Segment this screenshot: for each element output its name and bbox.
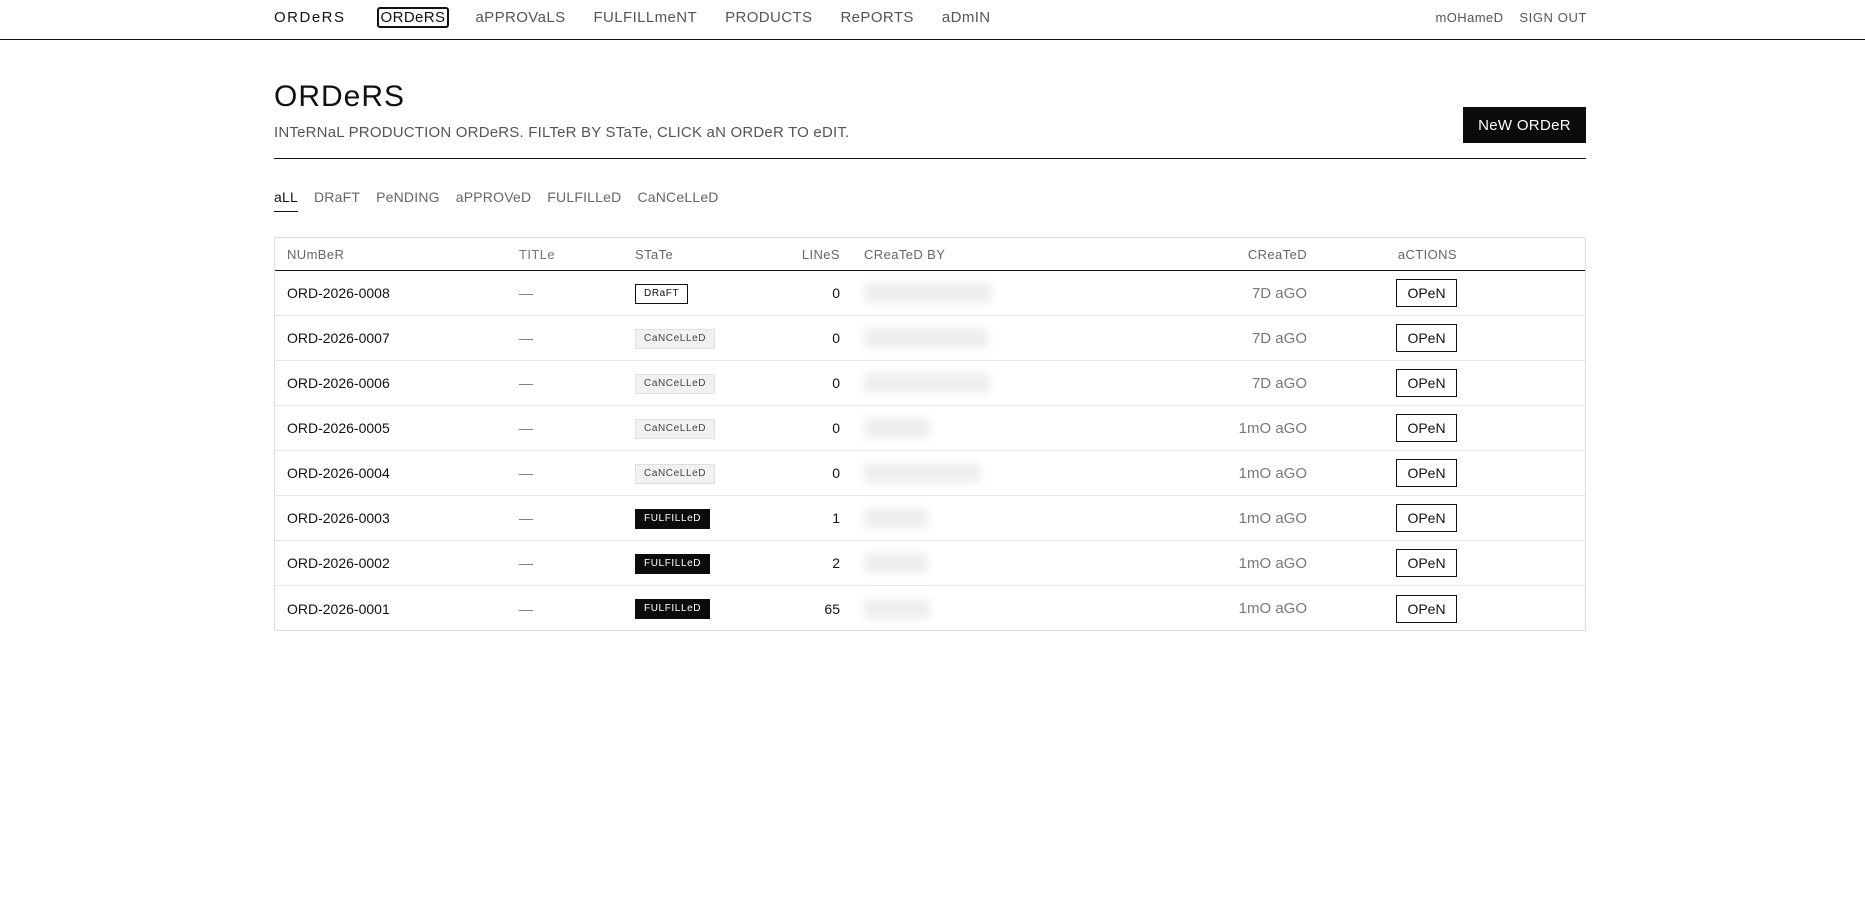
column-header-created-by: CReaTeD BY — [864, 246, 946, 262]
state-filter-tabs: aLL DRaFT PeNDING aPPROVeD FULFILLeD CaN… — [274, 189, 735, 212]
nav-link-orders[interactable]: ORDeRS — [376, 6, 450, 28]
order-number: ORD-2026-0002 — [287, 555, 390, 571]
filter-tab-approved[interactable]: aPPROVeD — [456, 189, 532, 212]
open-order-button[interactable]: OPeN — [1396, 549, 1457, 577]
status-badge: CaNCeLLeD — [635, 463, 716, 484]
order-number: ORD-2026-0007 — [287, 330, 390, 346]
order-title: — — [519, 375, 533, 391]
created-by-redacted — [864, 553, 928, 573]
status-badge: CaNCeLLeD — [635, 373, 716, 394]
open-order-button[interactable]: OPeN — [1396, 504, 1457, 532]
order-title: — — [519, 600, 533, 617]
created-by-redacted — [864, 328, 988, 348]
order-number: ORD-2026-0001 — [287, 600, 390, 617]
open-order-button[interactable]: OPeN — [1396, 459, 1457, 487]
table-row[interactable]: ORD-2026-0003 — FULFILLeD 1 1mO aGO OPeN — [275, 496, 1585, 541]
order-created: 1mO aGO — [1238, 600, 1307, 617]
order-title: — — [519, 465, 533, 481]
brand-logo[interactable]: ORDeRS — [274, 9, 346, 26]
table-row[interactable]: ORD-2026-0004 — CaNCeLLeD 0 1mO aGO OPeN — [275, 451, 1585, 496]
nav-link-approvals[interactable]: aPPROVaLS — [473, 8, 567, 27]
open-order-button[interactable]: OPeN — [1396, 414, 1457, 442]
table-row[interactable]: ORD-2026-0001 — FULFILLeD 65 1mO aGO OPe… — [275, 586, 1585, 631]
order-number: ORD-2026-0006 — [287, 375, 390, 391]
order-lines: 2 — [832, 555, 840, 571]
order-number: ORD-2026-0004 — [287, 465, 390, 481]
created-by-redacted — [864, 373, 990, 393]
order-created: 7D aGO — [1251, 329, 1307, 347]
filter-tab-all[interactable]: aLL — [274, 189, 298, 212]
order-lines: 0 — [832, 420, 840, 436]
column-header-state: STaTe — [635, 246, 674, 262]
username: mOHameD — [1435, 9, 1504, 25]
order-lines: 0 — [832, 375, 840, 391]
table-row[interactable]: ORD-2026-0005 — CaNCeLLeD 0 1mO aGO OPeN — [275, 406, 1585, 451]
order-lines: 1 — [832, 510, 840, 526]
status-badge: CaNCeLLeD — [635, 328, 716, 349]
order-lines: 0 — [832, 330, 840, 346]
column-header-actions: aCTIONS — [1397, 246, 1457, 262]
order-number: ORD-2026-0005 — [287, 420, 390, 436]
order-title: — — [519, 420, 533, 436]
page-header: ORDeRS INTeRNaL PRODUCTION ORDeRS. FILTe… — [274, 80, 1586, 159]
filter-tab-draft[interactable]: DRaFT — [314, 189, 360, 212]
page-subtitle: INTeRNaL PRODUCTION ORDeRS. FILTeR BY ST… — [274, 124, 850, 141]
orders-table: NUmBeR TITLe STaTe LINeS CReaTeD BY CRea… — [274, 237, 1586, 631]
main-nav: ORDeRS aPPROVaLS FULFILLmeNT PRODUCTS Re… — [376, 6, 1017, 28]
order-title: — — [519, 555, 533, 571]
top-navbar: ORDeRS ORDeRS aPPROVaLS FULFILLmeNT PROD… — [0, 0, 1865, 40]
filter-tab-cancelled[interactable]: CaNCeLLeD — [637, 189, 718, 212]
nav-link-fulfillment[interactable]: FULFILLmeNT — [591, 8, 699, 27]
created-by-redacted — [864, 418, 930, 438]
table-row[interactable]: ORD-2026-0008 — DRaFT 0 7D aGO OPeN — [275, 271, 1585, 316]
column-header-lines: LINeS — [801, 246, 840, 262]
nav-link-reports[interactable]: RePORTS — [838, 8, 915, 27]
status-badge: FULFILLeD — [635, 508, 711, 529]
status-badge: CaNCeLLeD — [635, 418, 716, 439]
open-order-button[interactable]: OPeN — [1396, 594, 1457, 623]
order-created: 7D aGO — [1251, 284, 1307, 302]
table-row[interactable]: ORD-2026-0002 — FULFILLeD 2 1mO aGO OPeN — [275, 541, 1585, 586]
filter-tab-fulfilled[interactable]: FULFILLeD — [547, 189, 621, 212]
nav-link-products[interactable]: PRODUCTS — [723, 8, 814, 27]
order-number: ORD-2026-0008 — [287, 285, 390, 301]
nav-link-admin[interactable]: aDmIN — [940, 8, 993, 27]
order-created: 1mO aGO — [1238, 419, 1307, 437]
order-title: — — [519, 285, 533, 301]
order-created: 7D aGO — [1251, 374, 1307, 392]
column-header-title: TITLe — [519, 246, 555, 262]
order-created: 1mO aGO — [1238, 509, 1307, 527]
table-row[interactable]: ORD-2026-0007 — CaNCeLLeD 0 7D aGO OPeN — [275, 316, 1585, 361]
status-badge: FULFILLeD — [635, 553, 711, 574]
created-by-redacted — [864, 598, 930, 619]
order-title: — — [519, 510, 533, 526]
sign-out-link[interactable]: SIGN OUT — [1519, 10, 1587, 25]
table-header: NUmBeR TITLe STaTe LINeS CReaTeD BY CRea… — [275, 238, 1585, 271]
new-order-button[interactable]: NeW ORDeR — [1463, 107, 1586, 143]
open-order-button[interactable]: OPeN — [1396, 369, 1457, 397]
order-lines: 65 — [824, 600, 840, 617]
order-number: ORD-2026-0003 — [287, 510, 390, 526]
open-order-button[interactable]: OPeN — [1396, 324, 1457, 352]
status-badge: DRaFT — [635, 283, 689, 304]
column-header-number: NUmBeR — [287, 246, 345, 262]
order-title: — — [519, 330, 533, 346]
created-by-redacted — [864, 283, 992, 303]
open-order-button[interactable]: OPeN — [1396, 279, 1457, 307]
created-by-redacted — [864, 508, 928, 528]
order-created: 1mO aGO — [1238, 464, 1307, 482]
column-header-created: CReaTeD — [1247, 246, 1307, 262]
created-by-redacted — [864, 463, 980, 483]
order-lines: 0 — [832, 465, 840, 481]
order-created: 1mO aGO — [1238, 554, 1307, 572]
user-menu: mOHameD SIGN OUT — [1436, 10, 1587, 25]
order-lines: 0 — [832, 285, 840, 301]
table-row[interactable]: ORD-2026-0006 — CaNCeLLeD 0 7D aGO OPeN — [275, 361, 1585, 406]
page-title: ORDeRS — [274, 80, 406, 113]
filter-tab-pending[interactable]: PeNDING — [376, 189, 440, 212]
status-badge: FULFILLeD — [635, 599, 711, 619]
